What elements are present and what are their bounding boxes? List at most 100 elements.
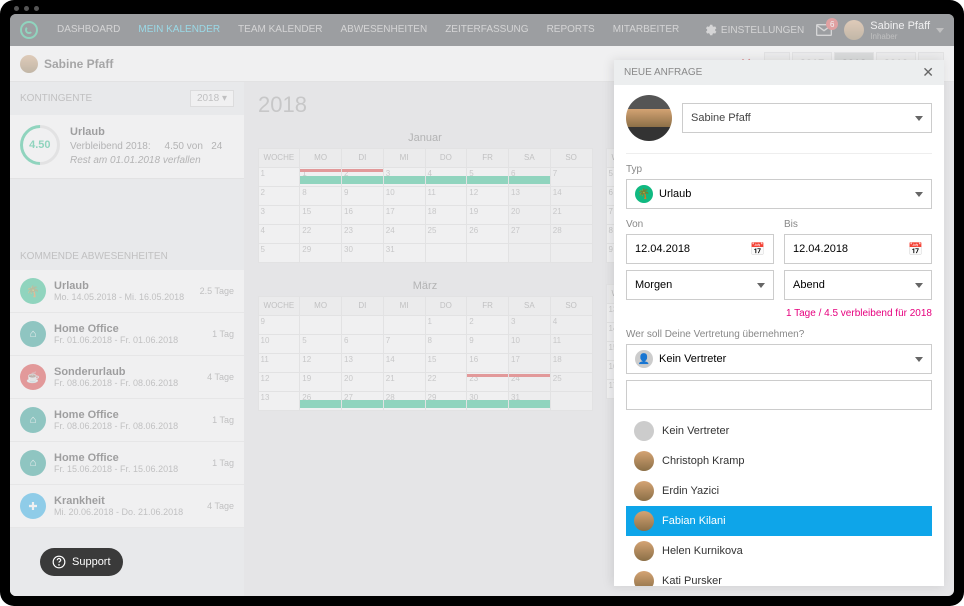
calendar-day[interactable]: 20 <box>341 372 384 392</box>
calendar-day[interactable]: 8 <box>299 186 342 206</box>
calendar-day[interactable]: 29 <box>425 391 468 411</box>
calendar-day[interactable]: 23 <box>341 224 384 244</box>
rep-select[interactable]: 👤 Kein Vertreter <box>626 344 932 374</box>
calendar-day[interactable] <box>550 243 593 263</box>
calendar-day[interactable]: 18 <box>425 205 468 225</box>
time-to-select[interactable]: Abend <box>784 270 932 300</box>
rep-search-input[interactable] <box>626 380 932 410</box>
calendar-day[interactable] <box>341 315 384 335</box>
nav-item-team-kalender[interactable]: TEAM KALENDER <box>229 14 331 46</box>
calendar-day[interactable]: 6 <box>508 167 551 187</box>
calendar-day[interactable]: 7 <box>383 334 426 354</box>
calendar-day[interactable]: 9 <box>466 334 509 354</box>
calendar-day[interactable]: 3 <box>258 205 301 225</box>
calendar-day[interactable]: 16 <box>341 205 384 225</box>
calendar-day[interactable]: 31 <box>383 243 426 263</box>
calendar-day[interactable]: 21 <box>550 205 593 225</box>
calendar-day[interactable]: 3 <box>508 315 551 335</box>
nav-item-abwesenheiten[interactable]: ABWESENHEITEN <box>332 14 437 46</box>
calendar-day[interactable] <box>425 243 468 263</box>
calendar-day[interactable]: 12 <box>299 353 342 373</box>
calendar-day[interactable] <box>466 243 509 263</box>
calendar-day[interactable]: 13 <box>508 186 551 206</box>
date-from-input[interactable]: 12.04.2018 📅 <box>626 234 774 264</box>
calendar-day[interactable]: 15 <box>299 205 342 225</box>
user-menu[interactable]: Sabine Pfaff Inhaber <box>844 20 944 41</box>
calendar-day[interactable]: 27 <box>341 391 384 411</box>
absence-item[interactable]: ⌂ Home OfficeFr. 08.06.2018 - Fr. 08.06.… <box>10 399 244 442</box>
absence-item[interactable]: ☕ SonderurlaubFr. 08.06.2018 - Fr. 08.06… <box>10 356 244 399</box>
calendar-day[interactable]: 21 <box>383 372 426 392</box>
calendar-day[interactable]: 4 <box>550 315 593 335</box>
rep-option[interactable]: Fabian Kilani <box>626 506 932 536</box>
calendar-day[interactable]: 12 <box>466 186 509 206</box>
calendar-day[interactable]: 11 <box>425 186 468 206</box>
calendar-day[interactable]: 1 <box>425 315 468 335</box>
calendar-day[interactable] <box>383 315 426 335</box>
calendar-day[interactable]: 14 <box>550 186 593 206</box>
calendar-day[interactable]: 22 <box>299 224 342 244</box>
calendar-day[interactable]: 5 <box>466 167 509 187</box>
calendar-day[interactable]: 10 <box>258 334 301 354</box>
calendar-day[interactable]: 26 <box>299 391 342 411</box>
rep-option[interactable]: Christoph Kramp <box>626 446 932 476</box>
calendar-day[interactable]: 13 <box>258 391 301 411</box>
calendar-day[interactable]: 13 <box>341 353 384 373</box>
calendar-day[interactable]: 6 <box>341 334 384 354</box>
calendar-day[interactable]: 30 <box>466 391 509 411</box>
rep-option[interactable]: Kein Vertreter <box>626 416 932 446</box>
year-select[interactable]: 2018 ▾ <box>190 90 234 107</box>
calendar-day[interactable]: 15 <box>425 353 468 373</box>
notifications-button[interactable]: 6 <box>816 24 832 36</box>
calendar-day[interactable]: 14 <box>383 353 426 373</box>
close-icon[interactable]: ✕ <box>922 64 934 81</box>
calendar-day[interactable]: 5 <box>258 243 301 263</box>
calendar-day[interactable]: 31 <box>508 391 551 411</box>
calendar-day[interactable]: 25 <box>425 224 468 244</box>
calendar-day[interactable] <box>299 315 342 335</box>
absence-item[interactable]: ⌂ Home OfficeFr. 15.06.2018 - Fr. 15.06.… <box>10 442 244 485</box>
calendar-day[interactable]: 2 <box>466 315 509 335</box>
calendar-day[interactable]: 2 <box>341 167 384 187</box>
calendar-day[interactable]: 5 <box>299 334 342 354</box>
calendar-day[interactable]: 25 <box>550 372 593 392</box>
calendar-day[interactable]: 27 <box>508 224 551 244</box>
calendar-day[interactable]: 29 <box>299 243 342 263</box>
calendar-day[interactable]: 16 <box>466 353 509 373</box>
calendar-day[interactable]: 18 <box>550 353 593 373</box>
calendar-day[interactable]: 10 <box>383 186 426 206</box>
rep-option[interactable]: Erdin Yazici <box>626 476 932 506</box>
calendar-day[interactable]: 4 <box>258 224 301 244</box>
calendar-day[interactable]: 28 <box>383 391 426 411</box>
nav-item-mein-kalender[interactable]: MEIN KALENDER <box>129 14 229 46</box>
calendar-day[interactable]: 28 <box>550 224 593 244</box>
nav-item-dashboard[interactable]: DASHBOARD <box>48 14 129 46</box>
calendar-day[interactable]: 11 <box>258 353 301 373</box>
support-button[interactable]: Support <box>40 548 123 576</box>
rep-option[interactable]: Helen Kurnikova <box>626 536 932 566</box>
calendar-day[interactable]: 17 <box>383 205 426 225</box>
absence-item[interactable]: ✚ KrankheitMi. 20.06.2018 - Do. 21.06.20… <box>10 485 244 528</box>
calendar-day[interactable]: 12 <box>258 372 301 392</box>
calendar-day[interactable]: 7 <box>550 167 593 187</box>
requester-select[interactable]: Sabine Pfaff <box>682 103 932 133</box>
calendar-day[interactable]: 3 <box>383 167 426 187</box>
calendar-day[interactable]: 9 <box>341 186 384 206</box>
calendar-day[interactable]: 20 <box>508 205 551 225</box>
calendar-day[interactable]: 24 <box>508 372 551 392</box>
type-select[interactable]: 🌴 Urlaub <box>626 179 932 209</box>
absence-item[interactable]: 🌴 UrlaubMo. 14.05.2018 - Mi. 16.05.2018 … <box>10 270 244 313</box>
calendar-day[interactable]: 2 <box>258 186 301 206</box>
settings-link[interactable]: EINSTELLUNGEN <box>703 23 804 37</box>
nav-item-zeiterfassung[interactable]: ZEITERFASSUNG <box>436 14 537 46</box>
calendar-day[interactable]: 26 <box>466 224 509 244</box>
nav-item-reports[interactable]: REPORTS <box>538 14 604 46</box>
time-from-select[interactable]: Morgen <box>626 270 774 300</box>
calendar-day[interactable] <box>508 243 551 263</box>
calendar-day[interactable]: 19 <box>466 205 509 225</box>
calendar-day[interactable] <box>550 391 593 411</box>
date-to-input[interactable]: 12.04.2018 📅 <box>784 234 932 264</box>
calendar-day[interactable]: 4 <box>425 167 468 187</box>
nav-item-mitarbeiter[interactable]: MITARBEITER <box>604 14 688 46</box>
calendar-day[interactable]: 24 <box>383 224 426 244</box>
